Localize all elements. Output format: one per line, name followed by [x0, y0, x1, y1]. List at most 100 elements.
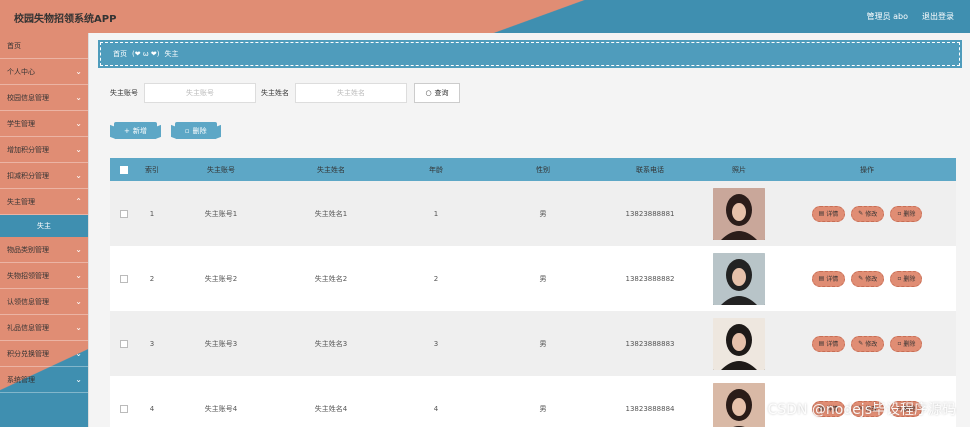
cell-index: 3 — [149, 339, 155, 348]
cell-age: 1 — [433, 209, 439, 218]
sidebar-item-add-points[interactable]: 增加积分管理 ⌄ — [0, 137, 88, 163]
sidebar-item-claims[interactable]: 认领信息管理 ⌄ — [0, 289, 88, 315]
document-icon: ▤ — [818, 275, 825, 282]
cell-phone: 13823888882 — [625, 274, 675, 283]
select-all-checkbox[interactable] — [120, 165, 128, 174]
owner-photo[interactable] — [713, 382, 765, 427]
trash-icon: ▫ — [184, 126, 190, 135]
sidebar-item-label: 首页 — [7, 41, 21, 50]
cell-age: 2 — [433, 274, 439, 283]
cell-name: 失主姓名3 — [314, 339, 348, 348]
sidebar-item-deduct-points[interactable]: 扣减积分管理 ⌄ — [0, 163, 88, 189]
cell-index: 1 — [149, 209, 155, 218]
edit-button[interactable]: ✎ 修改 — [851, 335, 885, 352]
edit-label: 修改 — [865, 211, 878, 218]
search-icon: ○ — [425, 89, 432, 97]
delete-button[interactable]: ▫ 删除 — [890, 335, 923, 352]
sidebar-item-label: 物品类别管理 — [7, 245, 49, 254]
cell-phone: 13823888884 — [625, 404, 675, 413]
cell-photo — [700, 317, 778, 370]
chevron-down-icon: ⌄ — [75, 271, 82, 280]
sidebar-item-system[interactable]: 系统管理 ⌄ — [0, 367, 88, 393]
cell-ops: ▤ 详情 ✎ 修改 ▫ 删除 — [778, 205, 956, 222]
edit-button[interactable]: ✎ 修改 — [851, 205, 885, 222]
document-icon: ▤ — [818, 210, 825, 217]
breadcrumb-home[interactable]: 首页 — [113, 49, 127, 59]
delete-label: 删除 — [903, 341, 916, 348]
sidebar-item-students[interactable]: 学生管理 ⌄ — [0, 111, 88, 137]
owner-photo[interactable] — [713, 317, 765, 370]
header-age: 年龄 — [429, 165, 443, 174]
row-checkbox[interactable] — [120, 339, 128, 348]
cell-ops: ▤ 详情 ✎ 修改 ▫ 删除 — [778, 335, 956, 352]
cell-index: 4 — [149, 404, 155, 413]
cell-gender: 男 — [539, 404, 547, 413]
logout-link[interactable]: 退出登录 — [922, 11, 954, 22]
cell-index: 2 — [149, 274, 155, 283]
row-checkbox[interactable] — [120, 404, 128, 413]
sidebar-item-label: 失主管理 — [7, 197, 35, 206]
sidebar-item-label: 积分兑换管理 — [7, 349, 49, 358]
sidebar-item-label: 校园信息管理 — [7, 93, 49, 102]
sidebar-item-owners[interactable]: 失主管理 ⌃ — [0, 189, 88, 215]
add-button-label: 新增 — [132, 126, 147, 135]
cell-account: 失主账号1 — [204, 209, 238, 218]
batch-delete-button[interactable]: ▫ 删除 — [174, 122, 217, 139]
sidebar-item-profile[interactable]: 个人中心 ⌄ — [0, 59, 88, 85]
delete-button[interactable]: ▫ 删除 — [890, 270, 923, 287]
chevron-down-icon: ⌄ — [75, 67, 82, 76]
edit-button[interactable]: ✎ 修改 — [851, 270, 885, 287]
detail-label: 详情 — [826, 276, 839, 283]
cell-name: 失主姓名4 — [314, 404, 348, 413]
sidebar-item-campus-info[interactable]: 校园信息管理 ⌄ — [0, 85, 88, 111]
account-search-input[interactable]: 失主账号 — [144, 83, 256, 103]
sidebar-item-label: 礼品信息管理 — [7, 323, 49, 332]
top-header: 校园失物招领系统APP 管理员 abo 退出登录 — [0, 0, 970, 33]
sidebar-item-gifts[interactable]: 礼品信息管理 ⌄ — [0, 315, 88, 341]
sidebar-item-label: 认领信息管理 — [7, 297, 49, 306]
detail-label: 详情 — [826, 211, 839, 218]
header-photo: 照片 — [732, 165, 746, 174]
table-row: 1 失主账号1 失主姓名1 1 男 13823888881 ▤ 详情 ✎ 修改 ▫ 删… — [110, 181, 956, 246]
chevron-down-icon: ⌄ — [75, 93, 82, 102]
chevron-down-icon: ⌄ — [75, 171, 82, 180]
chevron-down-icon: ⌄ — [75, 375, 82, 384]
sidebar-item-label: 扣减积分管理 — [7, 171, 49, 180]
sidebar-item-points-exchange[interactable]: 积分兑换管理 ⌄ — [0, 341, 88, 367]
account-search-label: 失主账号 — [110, 89, 138, 97]
edit-label: 修改 — [865, 276, 878, 283]
row-checkbox[interactable] — [120, 209, 128, 218]
admin-user-label[interactable]: 管理员 abo — [867, 11, 908, 22]
action-toolbar: + 新增 ▫ 删除 — [114, 122, 217, 139]
header-phone: 联系电话 — [636, 165, 664, 174]
sidebar-item-lost-found[interactable]: 失物招领管理 ⌄ — [0, 263, 88, 289]
sidebar-item-home[interactable]: 首页 — [0, 33, 88, 59]
detail-button[interactable]: ▤ 详情 — [811, 205, 846, 222]
chevron-down-icon: ⌄ — [75, 349, 82, 358]
owner-photo[interactable] — [713, 252, 765, 305]
delete-button-label: 删除 — [192, 126, 207, 135]
sidebar-subitem-owner[interactable]: 失主 — [0, 215, 88, 237]
row-check-cell — [110, 339, 138, 348]
chevron-up-icon: ⌃ — [75, 197, 82, 206]
cell-name: 失主姓名1 — [314, 209, 348, 218]
owner-photo[interactable] — [713, 187, 765, 240]
sidebar-item-label: 失物招领管理 — [7, 271, 49, 280]
sidebar-item-categories[interactable]: 物品类别管理 ⌄ — [0, 237, 88, 263]
name-search-input[interactable]: 失主姓名 — [295, 83, 407, 103]
sidebar-item-label: 学生管理 — [7, 119, 35, 128]
detail-button[interactable]: ▤ 详情 — [811, 270, 846, 287]
row-checkbox[interactable] — [120, 274, 128, 283]
detail-button[interactable]: ▤ 详情 — [811, 335, 846, 352]
document-icon: ▤ — [818, 340, 825, 347]
cell-age: 3 — [433, 339, 439, 348]
chevron-down-icon: ⌄ — [75, 245, 82, 254]
table-header: 索引 失主账号 失主姓名 年龄 性别 联系电话 照片 操作 — [110, 158, 956, 181]
plus-icon: + — [124, 126, 130, 135]
delete-button[interactable]: ▫ 删除 — [890, 205, 923, 222]
pencil-icon: ✎ — [858, 210, 864, 217]
add-button[interactable]: + 新增 — [114, 122, 157, 139]
search-button[interactable]: ○ 查询 — [414, 83, 460, 103]
cell-phone: 13823888883 — [625, 339, 675, 348]
row-check-cell — [110, 274, 138, 283]
